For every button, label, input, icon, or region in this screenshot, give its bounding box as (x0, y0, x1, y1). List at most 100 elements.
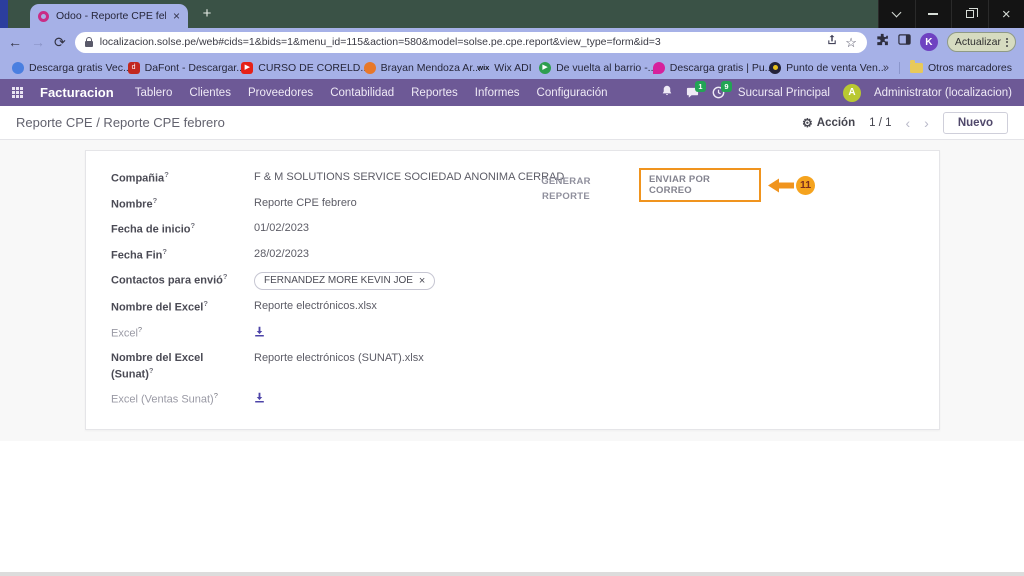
field-label: Fecha Fin? (111, 246, 167, 262)
field-label: Nombre? (111, 195, 158, 211)
tab-close-icon[interactable]: × (173, 10, 180, 22)
bookmark-label: Descarga gratis Vec... (29, 61, 132, 74)
menu-proveedores[interactable]: Proveedores (248, 87, 313, 99)
field-row-fecha-fin: Fecha Fin? 28/02/2023 (111, 247, 939, 264)
url-text[interactable]: localizacion.solse.pe/web#cids=1&bids=1&… (100, 36, 820, 48)
field-value-nombre-excel-sunat[interactable]: Reporte electrónicos (SUNAT).xlsx (254, 351, 424, 366)
generar-reporte-button[interactable]: GENERAR REPORTE (531, 175, 601, 204)
empty-area (0, 441, 1024, 576)
new-record-button[interactable]: Nuevo (942, 111, 1008, 134)
generar-line2: REPORTE (541, 190, 591, 202)
minimize-button[interactable] (914, 0, 952, 28)
menu-informes[interactable]: Informes (475, 87, 520, 99)
folder-icon (910, 60, 923, 73)
close-button[interactable]: × (987, 0, 1024, 28)
action-menu-button[interactable]: ⚙ Acción (802, 116, 855, 130)
tab-title: Odoo - Reporte CPE febrero (56, 10, 166, 22)
user-avatar[interactable]: A (842, 83, 861, 102)
field-label: Excel (Ventas Sunat)? (111, 391, 218, 406)
messages-button[interactable]: 1 (686, 81, 706, 99)
branch-selector[interactable]: Sucursal Principal (738, 87, 830, 99)
bookmarks-right: » Otros marcadores (883, 60, 1012, 74)
bookmark-label: Brayan Mendoza Ar... (380, 61, 481, 74)
odoo-navbar: Facturacion Tablero Clientes Proveedores… (0, 79, 1024, 106)
bookmark-label: Punto de venta Ven... (786, 61, 887, 74)
field-value-nombre-excel[interactable]: Reporte electrónicos.xlsx (254, 299, 377, 314)
enviar-por-correo-button[interactable]: ENVIAR POR CORREO (639, 168, 761, 202)
annotation-zone: ENVIAR POR CORREO 11 (639, 168, 815, 202)
window-controls: × (878, 0, 1024, 28)
bookmark-item[interactable]: ▶ De vuelta al barrio -... (539, 61, 656, 74)
wix-icon: wix (477, 62, 490, 72)
control-panel-right: ⚙ Acción 1 / 1 ‹ › Nuevo (802, 111, 1008, 134)
pager-count: 1 / 1 (869, 116, 892, 129)
bookmark-item[interactable]: Punto de venta Ven... (769, 61, 887, 74)
menu-reportes[interactable]: Reportes (411, 87, 458, 99)
help-marker: ? (222, 272, 228, 281)
apps-grid-icon[interactable] (12, 87, 23, 98)
activities-badge: 9 (720, 81, 732, 92)
bookmark-star-icon[interactable]: ☆ (845, 36, 857, 49)
bookmark-item[interactable]: Descarga gratis Vec... (12, 61, 132, 74)
annotation-arrow-icon (768, 178, 794, 193)
window-menu-button[interactable] (878, 0, 915, 28)
tag-remove-icon[interactable]: × (419, 275, 425, 287)
bookmark-item[interactable]: Descarga gratis | Pu... (652, 61, 773, 74)
bookmark-item[interactable]: Brayan Mendoza Ar... (363, 61, 481, 74)
refresh-button[interactable]: ⟳ (54, 35, 66, 49)
field-row-excel: Excel? (111, 325, 939, 342)
contact-tag[interactable]: FERNANDEZ MORE KEVIN JOE × (254, 272, 436, 290)
menu-clientes[interactable]: Clientes (189, 87, 231, 99)
browser-profile-avatar[interactable]: K (919, 33, 938, 51)
annotation-number-badge: 11 (796, 175, 815, 195)
drop-icon (652, 61, 665, 74)
screen: Odoo - Reporte CPE febrero × + × ← → ⟳ l… (0, 0, 1024, 576)
menu-contabilidad[interactable]: Contabilidad (330, 87, 394, 99)
gear-icon: ⚙ (802, 115, 813, 130)
bookmark-item[interactable]: ▶ CURSO DE CORELD... (241, 61, 369, 74)
control-panel: Reporte CPE / Reporte CPE febrero ⚙ Acci… (0, 106, 1024, 140)
browser-toolbar: ← → ⟳ localizacion.solse.pe/web#cids=1&b… (0, 28, 1024, 56)
field-label: Excel? (111, 324, 143, 340)
breadcrumb[interactable]: Reporte CPE / Reporte CPE febrero (16, 115, 225, 130)
chrome-update-button[interactable]: Actualizar (946, 32, 1016, 52)
help-marker: ? (148, 365, 154, 375)
close-icon: × (1001, 5, 1011, 23)
activities-button[interactable]: 9 (712, 81, 732, 99)
new-tab-button[interactable]: + (198, 5, 216, 23)
share-icon[interactable] (826, 33, 838, 51)
field-value-fecha-inicio[interactable]: 01/02/2023 (254, 221, 309, 236)
field-value-nombre[interactable]: Reporte CPE febrero (254, 196, 357, 211)
side-panel-icon[interactable] (898, 33, 911, 51)
minimize-icon (928, 13, 939, 15)
pager-next-icon[interactable]: › (924, 116, 929, 130)
divider (899, 61, 900, 74)
user-menu[interactable]: Administrator (localizacion) (874, 87, 1012, 99)
help-marker: ? (152, 195, 158, 205)
help-marker: ? (164, 170, 169, 179)
bookmark-label: CURSO DE CORELD... (258, 61, 370, 74)
field-value-compania[interactable]: F & M SOLUTIONS SERVICE SOCIEDAD ANONIMA… (254, 170, 564, 185)
other-bookmarks-button[interactable]: Otros marcadores (910, 60, 1012, 74)
browser-tab[interactable]: Odoo - Reporte CPE febrero × (30, 4, 188, 28)
play-icon: ▶ (539, 61, 552, 74)
bookmark-label: DaFont - Descargar... (144, 61, 245, 74)
form-view-background: Compañia? F & M SOLUTIONS SERVICE SOCIED… (0, 140, 1024, 441)
bookmark-item[interactable]: d DaFont - Descargar... (127, 61, 245, 74)
bookmark-item[interactable]: wix Wix ADI (477, 62, 531, 74)
forward-button[interactable]: → (31, 35, 45, 49)
restore-button[interactable] (951, 0, 988, 28)
app-name[interactable]: Facturacion (40, 85, 114, 100)
download-icon[interactable] (254, 392, 265, 408)
bookmarks-overflow-button[interactable]: » (883, 62, 889, 74)
field-value-fecha-fin[interactable]: 28/02/2023 (254, 247, 309, 262)
extensions-puzzle-icon[interactable] (876, 33, 889, 51)
menu-tablero[interactable]: Tablero (135, 87, 173, 99)
download-icon[interactable] (254, 326, 265, 342)
bell-icon[interactable] (661, 84, 673, 102)
url-bar[interactable]: localizacion.solse.pe/web#cids=1&bids=1&… (74, 31, 867, 53)
kebab-menu-icon[interactable] (1006, 37, 1008, 47)
pager-prev-icon[interactable]: ‹ (906, 116, 911, 130)
menu-configuracion[interactable]: Configuración (537, 87, 608, 99)
back-button[interactable]: ← (8, 35, 22, 49)
